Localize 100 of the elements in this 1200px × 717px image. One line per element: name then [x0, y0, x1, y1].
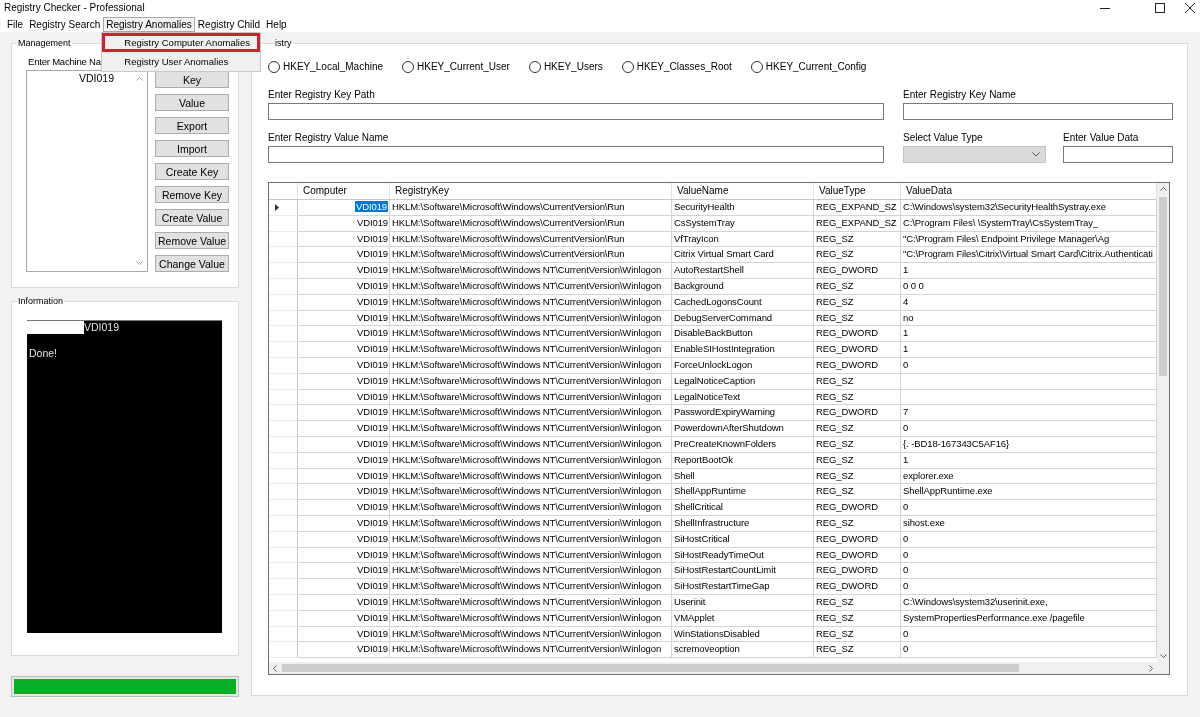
table-cell[interactable]: 0	[901, 563, 1157, 580]
table-cell[interactable]: 1	[901, 326, 1157, 343]
table-cell[interactable]: REG_EXPAND_SZ	[814, 200, 901, 216]
table-cell[interactable]: REG_SZ	[814, 231, 901, 248]
table-cell[interactable]: scremoveoption	[672, 642, 814, 659]
menu-item[interactable]: Registry Child	[194, 16, 264, 32]
table-cell[interactable]: REG_SZ	[814, 515, 901, 532]
table-cell[interactable]: HKLM:\Software\Microsoft\Windows NT\CurrentVersion\Winlogon	[390, 610, 672, 627]
radio-icon[interactable]	[621, 60, 634, 73]
table-cell[interactable]: VDI019	[298, 452, 390, 469]
chevron-up-icon[interactable]	[1159, 187, 1167, 191]
machine-list[interactable]: VDI019	[26, 70, 148, 272]
table-cell[interactable]: LegalNoticeText	[672, 389, 814, 406]
table-cell[interactable]: VDI019	[298, 310, 390, 327]
table-cell[interactable]: VfTrayIcon	[672, 231, 814, 248]
table-cell[interactable]: HKLM:\Software\Microsoft\Windows NT\CurrentVersion\Winlogon	[390, 452, 672, 469]
table-cell[interactable]: C:\Windows\system32\userinit.exe,	[901, 594, 1157, 611]
table-cell[interactable]: ShellInfrastructure	[672, 515, 814, 532]
table-cell[interactable]: CsSystemTray	[672, 215, 814, 232]
table-cell[interactable]: HKLM:\Software\Microsoft\Windows NT\CurrentVersion\Winlogon	[390, 484, 672, 501]
table-cell[interactable]: VDI019	[298, 626, 390, 643]
table-cell[interactable]: LegalNoticeCaption	[672, 373, 814, 390]
table-cell[interactable]: ForceUnlockLogon	[672, 357, 814, 374]
table-cell[interactable]: HKLM:\Software\Microsoft\Windows NT\CurrentVersion\Winlogon	[390, 405, 672, 422]
table-cell[interactable]: Userinit	[672, 594, 814, 611]
table-cell[interactable]: REG_SZ	[814, 452, 901, 469]
table-cell[interactable]: 0	[901, 357, 1157, 374]
table-cell[interactable]: HKLM:\Software\Microsoft\Windows NT\CurrentVersion\Winlogon	[390, 326, 672, 343]
table-cell[interactable]: REG_SZ	[814, 373, 901, 390]
action-button[interactable]: Remove Value	[155, 232, 229, 249]
table-cell[interactable]: VDI019	[298, 436, 390, 453]
action-button[interactable]: Import	[155, 140, 229, 157]
table-cell[interactable]: VDI019	[298, 610, 390, 627]
table-cell[interactable]: REG_EXPAND_SZ	[814, 215, 901, 232]
table-cell[interactable]: REG_SZ	[814, 594, 901, 611]
table-cell[interactable]: HKLM:\Software\Microsoft\Windows NT\CurrentVersion\Winlogon	[390, 342, 672, 358]
table-cell[interactable]: HKLM:\Software\Microsoft\Windows NT\CurrentVersion\Winlogon	[390, 373, 672, 390]
table-cell[interactable]: DebugServerCommand	[672, 310, 814, 327]
table-cell[interactable]: HKLM:\Software\Microsoft\Windows\CurrentVersion\Run	[390, 200, 672, 216]
chevron-up-icon[interactable]	[136, 77, 143, 81]
table-cell[interactable]: 1	[901, 452, 1157, 469]
scrollbar-thumb[interactable]	[1159, 197, 1167, 376]
table-cell[interactable]: 0	[901, 579, 1157, 595]
table-cell[interactable]: SiHostCritical	[672, 531, 814, 548]
radio-icon[interactable]	[402, 60, 415, 73]
column-header[interactable]: ValueType	[814, 183, 901, 199]
table-cell[interactable]: REG_DWORD	[814, 563, 901, 580]
radio-button[interactable]: HKEY_Classes_Root	[621, 60, 732, 73]
table-cell[interactable]: REG_DWORD	[814, 547, 901, 564]
table-cell[interactable]: REG_DWORD	[814, 326, 901, 343]
table-cell[interactable]: REG_DWORD	[814, 357, 901, 374]
table-cell[interactable]: DisableBackButton	[672, 326, 814, 343]
table-cell[interactable]	[901, 373, 1157, 390]
table-cell[interactable]: HKLM:\Software\Microsoft\Windows NT\CurrentVersion\Winlogon	[390, 357, 672, 374]
table-cell[interactable]: VDI019	[298, 468, 390, 485]
table-cell[interactable]: HKLM:\Software\Microsoft\Windows NT\CurrentVersion\Winlogon	[390, 468, 672, 485]
menu-item[interactable]: Registry Anomalies	[103, 16, 195, 32]
column-header[interactable]: Computer	[298, 183, 390, 199]
chevron-left-icon[interactable]	[273, 664, 277, 672]
input-field[interactable]	[268, 146, 884, 163]
table-cell[interactable]: ShellAppRuntime.exe	[901, 484, 1157, 501]
input-field[interactable]	[1063, 146, 1173, 163]
table-cell[interactable]: HKLM:\Software\Microsoft\Windows NT\CurrentVersion\Winlogon	[390, 436, 672, 453]
table-cell[interactable]: SiHostRestartTimeGap	[672, 579, 814, 595]
menu-option[interactable]: Registry Computer Anomalies	[102, 32, 261, 52]
table-cell[interactable]	[901, 389, 1157, 406]
table-cell[interactable]: HKLM:\Software\Microsoft\Windows NT\CurrentVersion\Winlogon	[390, 294, 672, 311]
table-cell[interactable]: HKLM:\Software\Microsoft\Windows\CurrentVersion\Run	[390, 231, 672, 248]
table-cell[interactable]: Citrix Virtual Smart Card	[672, 247, 814, 264]
table-cell[interactable]: REG_SZ	[814, 436, 901, 453]
table-cell[interactable]: HKLM:\Software\Microsoft\Windows NT\CurrentVersion\Winlogon	[390, 563, 672, 580]
table-cell[interactable]: VDI019	[298, 200, 390, 216]
list-item[interactable]: VDI019	[79, 72, 115, 85]
table-cell[interactable]: REG_DWORD	[814, 579, 901, 595]
table-cell[interactable]: HKLM:\Software\Microsoft\Windows NT\CurrentVersion\Winlogon	[390, 500, 672, 516]
table-cell[interactable]: WinStationsDisabled	[672, 626, 814, 643]
table-cell[interactable]: VDI019	[298, 373, 390, 390]
table-cell[interactable]: REG_DWORD	[814, 531, 901, 548]
radio-button[interactable]: HKEY_Current_User	[402, 60, 510, 73]
menu-item[interactable]: Registry Search	[26, 16, 104, 32]
action-button[interactable]: Change Value	[155, 255, 229, 272]
input-field[interactable]	[903, 103, 1173, 120]
table-cell[interactable]: C:\Program Files\ \SystemTray\CsSystemTray_	[901, 215, 1157, 232]
table-cell[interactable]: REG_DWORD	[814, 500, 901, 516]
table-cell[interactable]: REG_SZ	[814, 421, 901, 437]
table-cell[interactable]: VDI019	[298, 342, 390, 358]
table-cell[interactable]: no	[901, 310, 1157, 327]
table-cell[interactable]: SiHostReadyTimeOut	[672, 547, 814, 564]
radio-button[interactable]: HKEY_Users	[528, 60, 603, 73]
radio-icon[interactable]	[528, 60, 541, 73]
table-cell[interactable]: HKLM:\Software\Microsoft\Windows NT\CurrentVersion\Winlogon	[390, 594, 672, 611]
table-cell[interactable]: VDI019	[298, 515, 390, 532]
table-cell[interactable]: 0 0 0	[901, 279, 1157, 295]
table-cell[interactable]: VDI019	[298, 642, 390, 659]
table-cell[interactable]: 1	[901, 342, 1157, 358]
table-cell[interactable]: REG_DWORD	[814, 342, 901, 358]
table-cell[interactable]: REG_SZ	[814, 468, 901, 485]
table-cell[interactable]: PasswordExpiryWarning	[672, 405, 814, 422]
table-cell[interactable]: 7	[901, 405, 1157, 422]
action-button[interactable]: Export	[155, 117, 229, 134]
